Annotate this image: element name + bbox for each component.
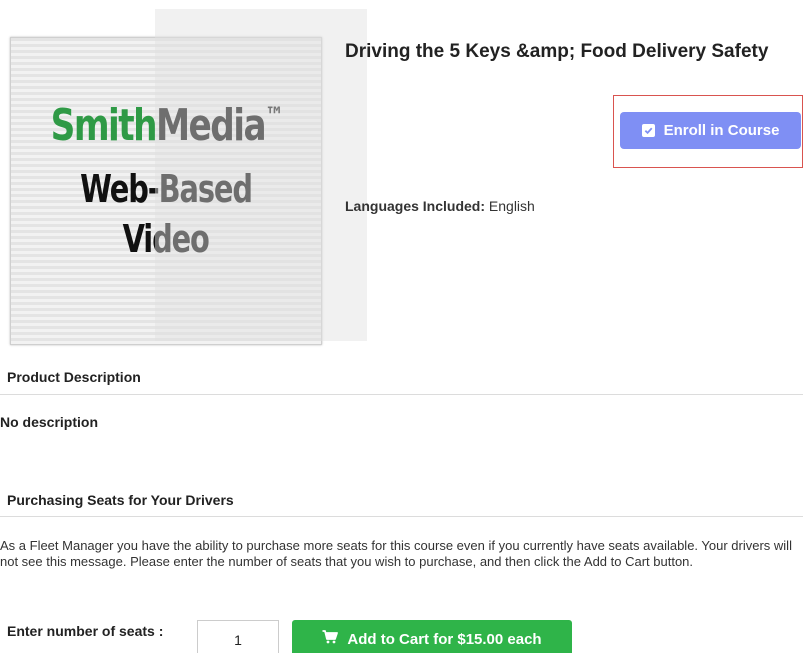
brand-logo: SmithMedia™	[50, 100, 283, 151]
seats-label: Enter number of seats :	[7, 623, 164, 639]
languages-label: Languages Included:	[345, 198, 486, 214]
product-description-heading: Product Description	[7, 369, 141, 385]
image-caption-line1: Web-Based	[80, 167, 253, 211]
fleet-manager-message: As a Fleet Manager you have the ability …	[0, 538, 792, 569]
check-square-icon	[641, 124, 655, 137]
languages-value: English	[488, 198, 535, 214]
product-image: SmithMedia™ Web-Based Video	[10, 37, 322, 345]
languages-included: Languages Included: English	[345, 198, 535, 214]
enroll-button-label: Enroll in Course	[663, 122, 780, 139]
course-title: Driving the 5 Keys &amp; Food Delivery S…	[345, 41, 769, 62]
image-caption-line2: Video	[122, 217, 210, 261]
add-to-cart-label: Add to Cart for $15.00 each	[347, 630, 542, 648]
divider	[0, 394, 803, 395]
divider	[0, 516, 803, 517]
purchasing-seats-heading: Purchasing Seats for Your Drivers	[7, 492, 234, 508]
enroll-in-course-button[interactable]: Enroll in Course	[620, 112, 801, 149]
shopping-cart-icon	[322, 630, 339, 648]
seats-input[interactable]	[197, 620, 279, 653]
product-description-text: No description	[0, 414, 99, 430]
add-to-cart-button[interactable]: Add to Cart for $15.00 each	[292, 620, 572, 653]
